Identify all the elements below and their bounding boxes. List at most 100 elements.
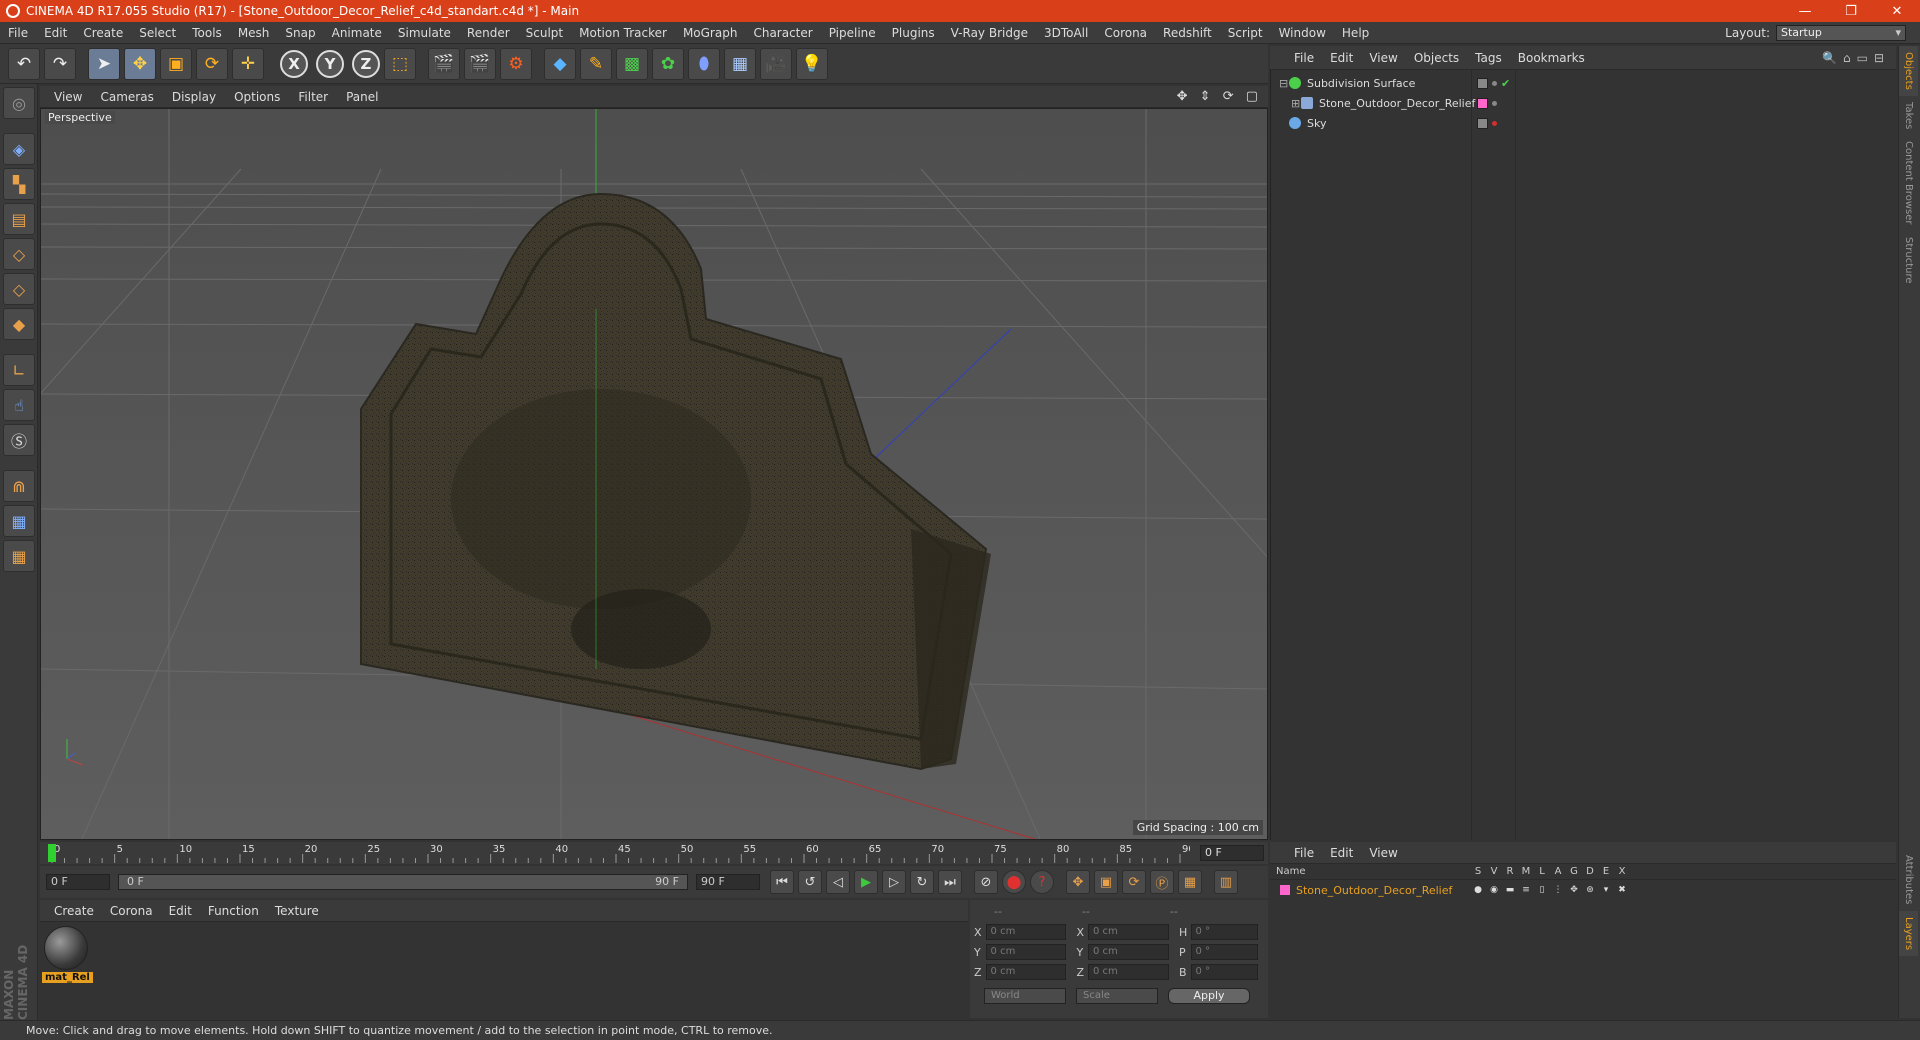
- material-name[interactable]: mat_Rel: [42, 972, 93, 983]
- visibility-toggle[interactable]: [1477, 117, 1488, 129]
- object-menu-tags[interactable]: Tags: [1475, 51, 1502, 65]
- size-mode-dropdown[interactable]: Scale: [1076, 988, 1158, 1004]
- snap-magnet-icon[interactable]: ⋒: [3, 470, 35, 502]
- preview-range-slider[interactable]: 0 F 90 F: [118, 874, 688, 890]
- layer-row[interactable]: Stone_Outdoor_Decor_Relief ● ◉ ▬ ≡ ▯ ⋮ ✥…: [1270, 882, 1896, 898]
- layout-dropdown[interactable]: Startup: [1776, 24, 1906, 41]
- key-parameter-icon[interactable]: Ⓟ: [1150, 870, 1174, 894]
- minimize-button[interactable]: —: [1782, 4, 1828, 19]
- x-axis-lock-button[interactable]: X: [280, 49, 308, 78]
- menu-tools[interactable]: Tools: [184, 26, 230, 40]
- last-tool-icon[interactable]: ✛: [232, 47, 264, 80]
- tab-structure[interactable]: Structure: [1899, 231, 1918, 290]
- viewport-menu-options[interactable]: Options: [234, 90, 280, 104]
- rotation-h-field[interactable]: 0 °: [1190, 924, 1258, 940]
- menu-3dtoall[interactable]: 3DToAll: [1036, 26, 1096, 40]
- material-menu-create[interactable]: Create: [54, 904, 94, 918]
- object-menu-file[interactable]: File: [1294, 51, 1314, 65]
- solo-mode-icon[interactable]: Ⓢ: [3, 424, 35, 456]
- layer-menu-view[interactable]: View: [1369, 846, 1397, 860]
- lock-workplane-icon[interactable]: ▦: [3, 505, 35, 537]
- coordinate-space-dropdown[interactable]: World: [984, 988, 1066, 1004]
- layer-view-icon[interactable]: ◉: [1486, 885, 1502, 895]
- render-dot[interactable]: [1492, 100, 1497, 106]
- end-frame-field[interactable]: 90 F: [696, 874, 760, 890]
- deformer-icon[interactable]: ⬮: [688, 47, 720, 80]
- size-y-field[interactable]: 0 cm: [1088, 944, 1169, 960]
- move-tool-icon[interactable]: ✥: [124, 47, 156, 80]
- cloner-icon[interactable]: ✿: [652, 47, 684, 80]
- position-x-field[interactable]: 0 cm: [985, 924, 1067, 940]
- object-row-subdivision[interactable]: ⊟ Subdivision Surface ✔: [1271, 74, 1897, 92]
- previous-key-icon[interactable]: ↺: [798, 870, 822, 894]
- record-active-objects-icon[interactable]: ⬤: [1002, 870, 1026, 894]
- edges-mode-icon[interactable]: ◇: [3, 273, 35, 305]
- menu-corona[interactable]: Corona: [1096, 26, 1155, 40]
- menu-plugins[interactable]: Plugins: [884, 26, 943, 40]
- menu-file[interactable]: File: [0, 26, 36, 40]
- subdivision-surface-icon[interactable]: ▩: [616, 47, 648, 80]
- material-menu-function[interactable]: Function: [208, 904, 259, 918]
- planar-workplane-icon[interactable]: ▦: [3, 540, 35, 572]
- tab-attributes[interactable]: Attributes: [1899, 849, 1918, 910]
- menu-mograph[interactable]: MoGraph: [675, 26, 746, 40]
- axis-mode-icon[interactable]: ∟: [3, 354, 35, 386]
- points-mode-icon[interactable]: ◇: [3, 238, 35, 270]
- rotation-b-field[interactable]: 0 °: [1190, 964, 1258, 980]
- live-selection-icon[interactable]: ➤: [88, 47, 120, 80]
- redo-button[interactable]: ↷: [44, 47, 76, 80]
- object-row-sky[interactable]: Sky: [1271, 114, 1897, 132]
- timeline-ruler[interactable]: 051015202530354045505560657075808590 0 F: [40, 842, 1268, 864]
- start-frame-field[interactable]: 0 F: [46, 874, 110, 890]
- size-z-field[interactable]: 0 cm: [1088, 964, 1169, 980]
- layer-render-icon[interactable]: ▬: [1502, 885, 1518, 895]
- restore-button[interactable]: ❐: [1828, 4, 1874, 19]
- menu-sculpt[interactable]: Sculpt: [518, 26, 571, 40]
- layer-color-tag[interactable]: [1477, 97, 1488, 109]
- undo-button[interactable]: ↶: [8, 47, 40, 80]
- floor-scene-icon[interactable]: ▦: [724, 47, 756, 80]
- cube-primitive-icon[interactable]: ◆: [544, 47, 576, 80]
- tab-layers[interactable]: Layers: [1899, 910, 1918, 956]
- viewport-menu-view[interactable]: View: [54, 90, 82, 104]
- viewport-menu-cameras[interactable]: Cameras: [100, 90, 153, 104]
- viewport-menu-panel[interactable]: Panel: [346, 90, 378, 104]
- viewport-menu-display[interactable]: Display: [172, 90, 216, 104]
- render-view-icon[interactable]: 🎬: [428, 47, 460, 80]
- key-position-icon[interactable]: ✥: [1066, 870, 1090, 894]
- key-pla-icon[interactable]: ▦: [1178, 870, 1202, 894]
- tab-content-browser[interactable]: Content Browser: [1899, 135, 1918, 230]
- layer-color-swatch[interactable]: [1280, 885, 1290, 895]
- layer-menu-file[interactable]: File: [1294, 846, 1314, 860]
- menu-character[interactable]: Character: [745, 26, 820, 40]
- camera-icon[interactable]: 🎥: [760, 47, 792, 80]
- tab-takes[interactable]: Takes: [1899, 96, 1918, 135]
- render-to-picture-viewer-icon[interactable]: 🎬: [464, 47, 496, 80]
- layer-solo-icon[interactable]: ●: [1470, 885, 1486, 895]
- light-icon[interactable]: 💡: [796, 47, 828, 80]
- menu-animate[interactable]: Animate: [324, 26, 390, 40]
- model-mode-icon[interactable]: ◈: [3, 133, 35, 165]
- key-scale-icon[interactable]: ▣: [1094, 870, 1118, 894]
- layer-animation-icon[interactable]: ⋮: [1550, 885, 1566, 895]
- rotation-p-field[interactable]: 0 °: [1190, 944, 1258, 960]
- material-menu-texture[interactable]: Texture: [275, 904, 319, 918]
- menu-select[interactable]: Select: [131, 26, 184, 40]
- menu-motion-tracker[interactable]: Motion Tracker: [571, 26, 675, 40]
- menu-edit[interactable]: Edit: [36, 26, 75, 40]
- menu-window[interactable]: Window: [1271, 26, 1334, 40]
- material-menu-corona[interactable]: Corona: [110, 904, 153, 918]
- scale-tool-icon[interactable]: ▣: [160, 47, 192, 80]
- motion-record-icon[interactable]: ⊘: [974, 870, 998, 894]
- menu-vray-bridge[interactable]: V-Ray Bridge: [943, 26, 1036, 40]
- layer-manager-icon[interactable]: ≡: [1518, 885, 1534, 895]
- rotate-tool-icon[interactable]: ⟳: [196, 47, 228, 80]
- material-menu-edit[interactable]: Edit: [169, 904, 192, 918]
- z-axis-lock-button[interactable]: Z: [352, 49, 380, 78]
- position-z-field[interactable]: 0 cm: [985, 964, 1067, 980]
- go-to-start-icon[interactable]: ⏮: [770, 870, 794, 894]
- object-menu-objects[interactable]: Objects: [1414, 51, 1459, 65]
- tab-objects[interactable]: Objects: [1899, 46, 1918, 96]
- apply-button[interactable]: Apply: [1168, 988, 1250, 1004]
- menu-script[interactable]: Script: [1220, 26, 1271, 40]
